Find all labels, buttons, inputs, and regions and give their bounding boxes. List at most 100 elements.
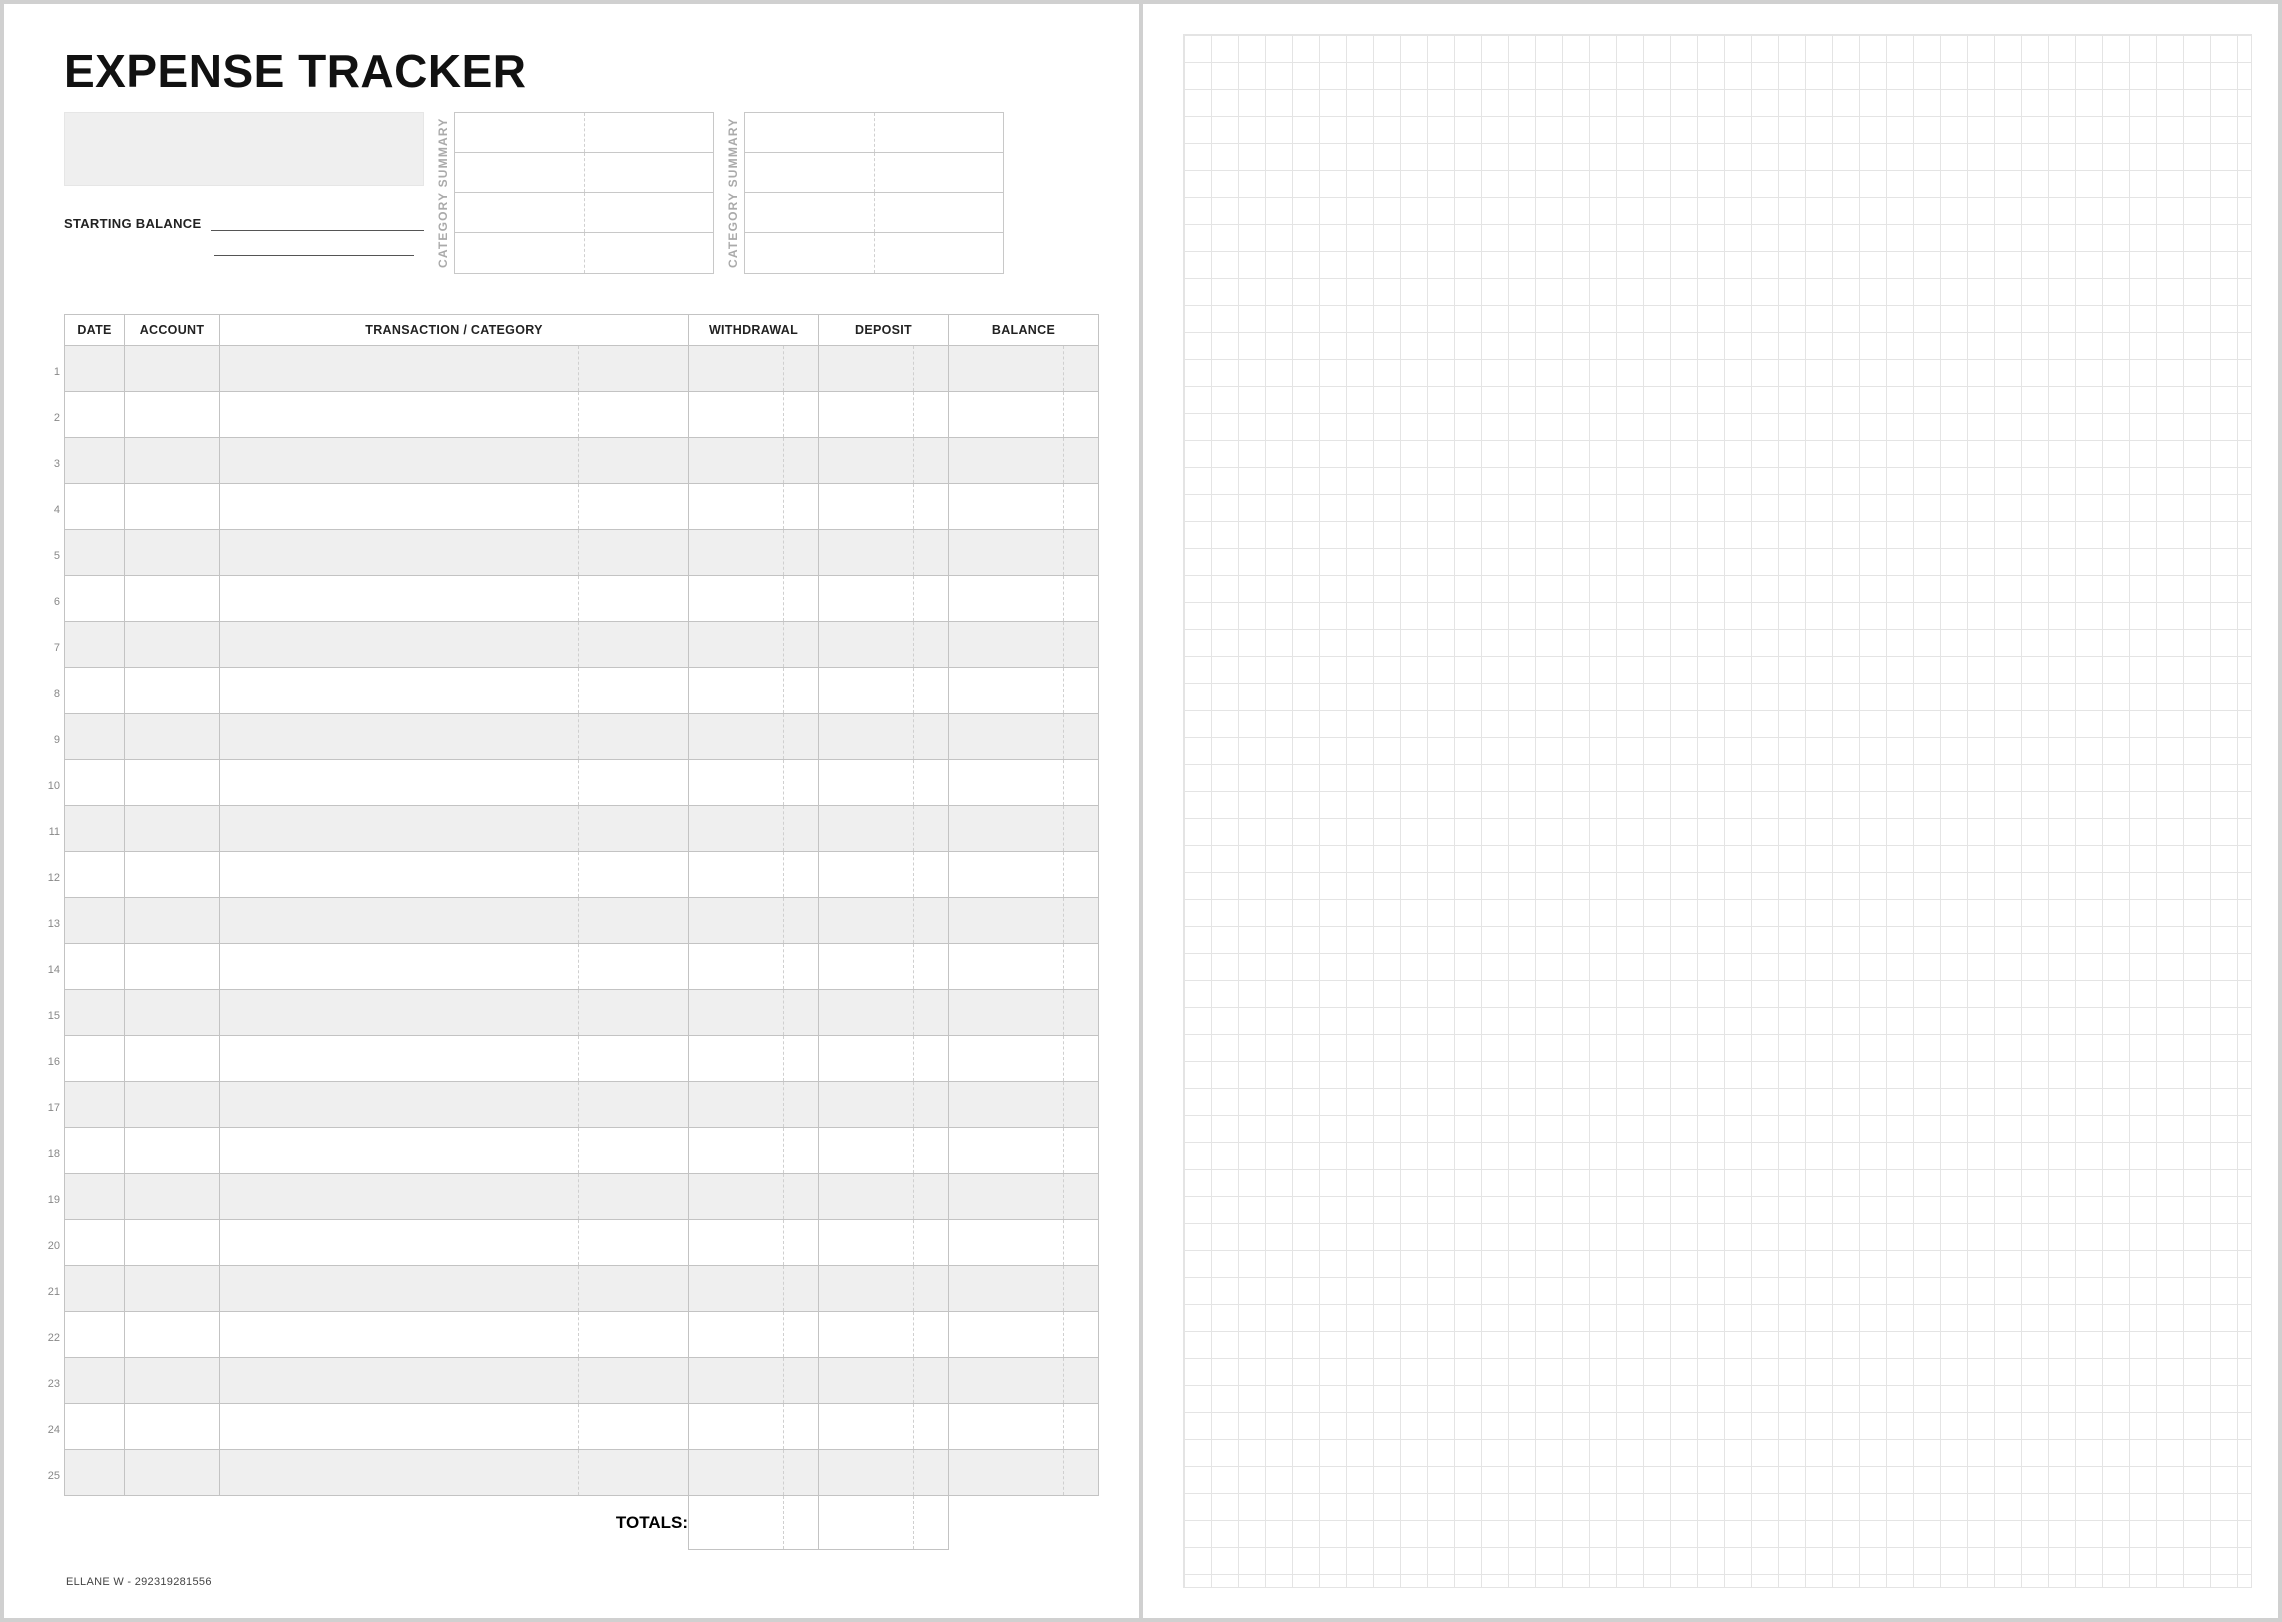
cell-account[interactable] xyxy=(125,622,220,668)
cell-balance[interactable] xyxy=(949,346,1099,392)
cell-account[interactable] xyxy=(125,1450,220,1496)
cell-transaction[interactable] xyxy=(220,668,689,714)
ledger-row[interactable] xyxy=(65,852,1099,898)
cell-transaction[interactable] xyxy=(220,990,689,1036)
cell-balance[interactable] xyxy=(949,852,1099,898)
cell-date[interactable] xyxy=(65,1128,125,1174)
cell-transaction[interactable] xyxy=(220,1174,689,1220)
cell-account[interactable] xyxy=(125,1036,220,1082)
cell-balance[interactable] xyxy=(949,944,1099,990)
cell-date[interactable] xyxy=(65,898,125,944)
cell-account[interactable] xyxy=(125,1358,220,1404)
cell-withdrawal[interactable] xyxy=(689,1036,819,1082)
cell-deposit[interactable] xyxy=(819,484,949,530)
cell-withdrawal[interactable] xyxy=(689,1312,819,1358)
category-summary-grid-2[interactable] xyxy=(744,112,1004,274)
cell-withdrawal[interactable] xyxy=(689,1404,819,1450)
ledger-row[interactable] xyxy=(65,990,1099,1036)
cell-account[interactable] xyxy=(125,530,220,576)
secondary-balance-line[interactable] xyxy=(214,255,414,256)
cell-account[interactable] xyxy=(125,484,220,530)
cell-balance[interactable] xyxy=(949,990,1099,1036)
cell-account[interactable] xyxy=(125,668,220,714)
cell-transaction[interactable] xyxy=(220,1404,689,1450)
cell-deposit[interactable] xyxy=(819,1450,949,1496)
cell-transaction[interactable] xyxy=(220,530,689,576)
cell-withdrawal[interactable] xyxy=(689,990,819,1036)
cell-withdrawal[interactable] xyxy=(689,1128,819,1174)
cell-date[interactable] xyxy=(65,714,125,760)
cell-transaction[interactable] xyxy=(220,1082,689,1128)
cell-transaction[interactable] xyxy=(220,1036,689,1082)
cell-withdrawal[interactable] xyxy=(689,1266,819,1312)
cell-balance[interactable] xyxy=(949,898,1099,944)
ledger-row[interactable] xyxy=(65,438,1099,484)
cell-account[interactable] xyxy=(125,392,220,438)
cell-balance[interactable] xyxy=(949,1082,1099,1128)
cell-balance[interactable] xyxy=(949,806,1099,852)
cell-date[interactable] xyxy=(65,1404,125,1450)
ledger-row[interactable] xyxy=(65,1128,1099,1174)
cell-account[interactable] xyxy=(125,1312,220,1358)
cell-balance[interactable] xyxy=(949,392,1099,438)
cell-transaction[interactable] xyxy=(220,392,689,438)
cell-date[interactable] xyxy=(65,438,125,484)
cell-balance[interactable] xyxy=(949,1312,1099,1358)
cell-date[interactable] xyxy=(65,1450,125,1496)
cell-date[interactable] xyxy=(65,484,125,530)
cell-account[interactable] xyxy=(125,852,220,898)
cell-date[interactable] xyxy=(65,346,125,392)
cell-deposit[interactable] xyxy=(819,1266,949,1312)
cell-withdrawal[interactable] xyxy=(689,530,819,576)
cell-withdrawal[interactable] xyxy=(689,1082,819,1128)
ledger-row[interactable] xyxy=(65,1450,1099,1496)
cell-withdrawal[interactable] xyxy=(689,346,819,392)
cell-withdrawal[interactable] xyxy=(689,438,819,484)
cell-withdrawal[interactable] xyxy=(689,668,819,714)
cell-deposit[interactable] xyxy=(819,714,949,760)
cell-date[interactable] xyxy=(65,1036,125,1082)
cell-transaction[interactable] xyxy=(220,346,689,392)
cell-account[interactable] xyxy=(125,346,220,392)
cell-withdrawal[interactable] xyxy=(689,944,819,990)
ledger-row[interactable] xyxy=(65,1312,1099,1358)
cell-withdrawal[interactable] xyxy=(689,806,819,852)
cell-deposit[interactable] xyxy=(819,806,949,852)
cell-account[interactable] xyxy=(125,990,220,1036)
cell-deposit[interactable] xyxy=(819,760,949,806)
cell-balance[interactable] xyxy=(949,484,1099,530)
cell-account[interactable] xyxy=(125,1128,220,1174)
cell-withdrawal[interactable] xyxy=(689,1220,819,1266)
cell-deposit[interactable] xyxy=(819,944,949,990)
ledger-row[interactable] xyxy=(65,1220,1099,1266)
cell-account[interactable] xyxy=(125,1220,220,1266)
cell-transaction[interactable] xyxy=(220,576,689,622)
cell-transaction[interactable] xyxy=(220,760,689,806)
ledger-row[interactable] xyxy=(65,760,1099,806)
totals-deposit[interactable] xyxy=(819,1496,949,1550)
cell-transaction[interactable] xyxy=(220,438,689,484)
cell-balance[interactable] xyxy=(949,760,1099,806)
cell-balance[interactable] xyxy=(949,622,1099,668)
cell-account[interactable] xyxy=(125,1266,220,1312)
ledger-row[interactable] xyxy=(65,944,1099,990)
cell-deposit[interactable] xyxy=(819,990,949,1036)
cell-date[interactable] xyxy=(65,944,125,990)
cell-date[interactable] xyxy=(65,668,125,714)
cell-date[interactable] xyxy=(65,806,125,852)
cell-date[interactable] xyxy=(65,1220,125,1266)
cell-deposit[interactable] xyxy=(819,668,949,714)
cell-withdrawal[interactable] xyxy=(689,622,819,668)
ledger-row[interactable] xyxy=(65,530,1099,576)
cell-transaction[interactable] xyxy=(220,484,689,530)
totals-withdrawal[interactable] xyxy=(689,1496,819,1550)
cell-date[interactable] xyxy=(65,760,125,806)
cell-withdrawal[interactable] xyxy=(689,1450,819,1496)
cell-transaction[interactable] xyxy=(220,622,689,668)
ledger-row[interactable] xyxy=(65,1082,1099,1128)
cell-withdrawal[interactable] xyxy=(689,852,819,898)
cell-account[interactable] xyxy=(125,714,220,760)
ledger-row[interactable] xyxy=(65,346,1099,392)
cell-deposit[interactable] xyxy=(819,1128,949,1174)
cell-account[interactable] xyxy=(125,576,220,622)
